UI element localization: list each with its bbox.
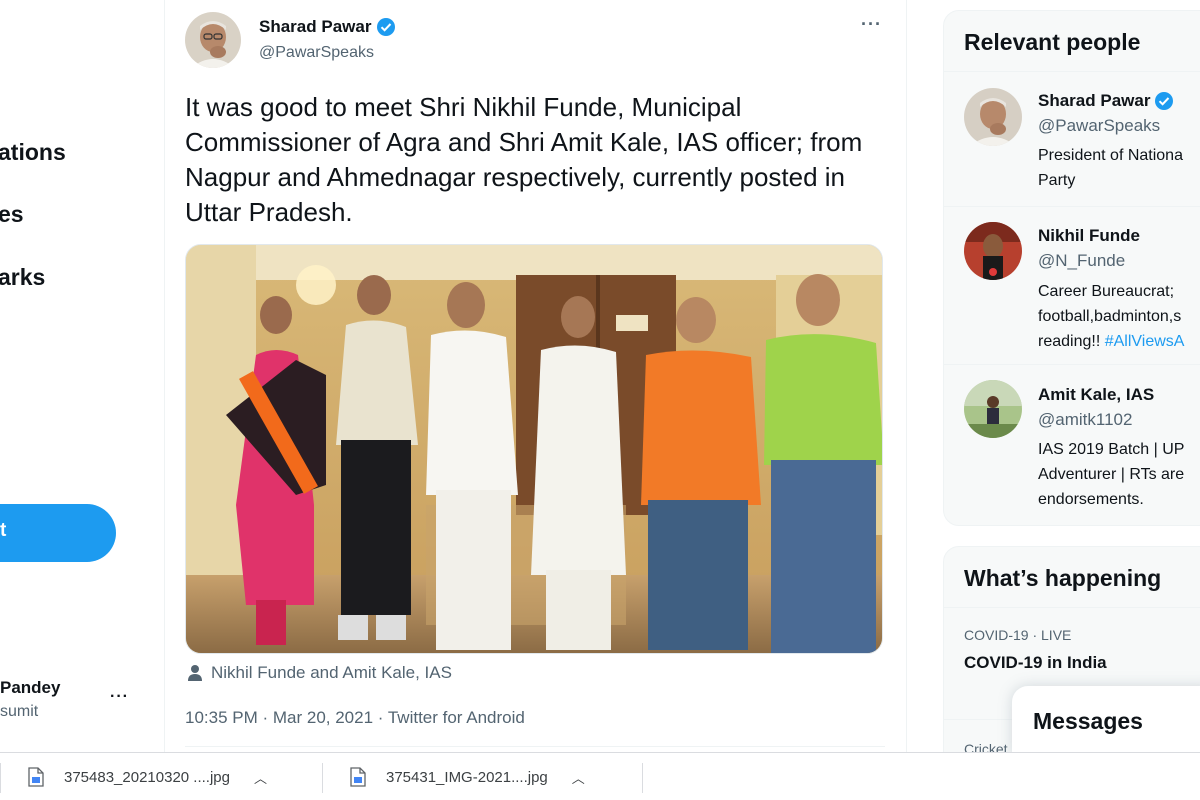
divider xyxy=(0,763,1,793)
person-handle[interactable]: @amitk1102 xyxy=(1038,410,1132,430)
relevant-people-card: Relevant people Sharad Pawar @PawarSpeak… xyxy=(943,10,1200,526)
person-name[interactable]: Nikhil Funde xyxy=(1038,226,1140,246)
person-icon xyxy=(188,665,202,681)
verified-icon xyxy=(377,18,396,36)
verified-icon xyxy=(1155,92,1174,110)
person-handle[interactable]: @N_Funde xyxy=(1038,251,1125,271)
divider xyxy=(322,763,323,793)
author-avatar[interactable] xyxy=(185,12,241,68)
person-bio: President of Nationa Party xyxy=(1038,143,1200,193)
tagged-people[interactable]: Nikhil Funde and Amit Kale, IAS xyxy=(187,663,452,683)
tweet-author-handle[interactable]: @PawarSpeaks xyxy=(259,44,374,62)
download-filename: 375431_IMG-2021....jpg xyxy=(386,768,548,786)
bio-line: Party xyxy=(1038,172,1076,189)
bio-line: endorsements. xyxy=(1038,491,1144,508)
download-filename: 375483_20210320 ....jpg xyxy=(64,768,230,786)
tweet-timestamp[interactable]: 10:35 PM · Mar 20, 2021 · Twitter for An… xyxy=(185,708,525,728)
file-icon xyxy=(28,767,44,787)
tweet-text: It was good to meet Shri Nikhil Funde, M… xyxy=(185,92,863,227)
account-handle[interactable]: sumit xyxy=(0,703,38,721)
person-handle[interactable]: @PawarSpeaks xyxy=(1038,116,1160,136)
messages-title: Messages xyxy=(1033,708,1143,734)
chevron-up-icon[interactable]: ︿ xyxy=(254,768,267,787)
person-name-text: Amit Kale, IAS xyxy=(1038,385,1155,404)
tweet-button-label: t xyxy=(0,520,7,541)
sidebar-item-bookmarks[interactable]: arks xyxy=(0,264,45,291)
download-item[interactable]: 375483_20210320 ....jpg ︿ xyxy=(28,753,267,800)
bio-line: Career Bureaucrat; xyxy=(1038,283,1175,300)
messages-drawer[interactable]: Messages xyxy=(1012,686,1200,756)
trend-title[interactable]: COVID-19 in India xyxy=(964,653,1107,673)
download-bar: 375483_20210320 ....jpg ︿ 375431_IMG-202… xyxy=(0,752,1200,800)
relevant-people-title: Relevant people xyxy=(964,29,1141,55)
whats-happening-title: What’s happening xyxy=(964,565,1162,591)
tweet-detail: Sharad Pawar @PawarSpeaks ··· It was goo… xyxy=(165,0,907,752)
person-avatar[interactable] xyxy=(964,222,1022,280)
left-sidebar: ations es arks t Pandey sumit ··· xyxy=(0,0,165,752)
bio-text: reading!! xyxy=(1038,333,1105,350)
divider xyxy=(944,71,1200,72)
file-icon xyxy=(350,767,366,787)
person-name-text: Nikhil Funde xyxy=(1038,226,1140,245)
person-avatar[interactable] xyxy=(964,380,1022,438)
bio-line: reading!! #AllViewsA xyxy=(1038,329,1200,354)
chevron-up-icon[interactable]: ︿ xyxy=(572,768,585,787)
person-bio: Career Bureaucrat; football,badminton,s … xyxy=(1038,279,1200,354)
person-name[interactable]: Amit Kale, IAS xyxy=(1038,385,1154,405)
download-item[interactable]: 375431_IMG-2021....jpg ︿ xyxy=(350,753,585,800)
bio-line: football,badminton,s xyxy=(1038,308,1182,325)
bio-line: Adventurer | RTs are xyxy=(1038,466,1185,483)
divider xyxy=(642,763,643,793)
sidebar-item-messages[interactable]: es xyxy=(0,201,24,228)
group-photo-image xyxy=(186,245,882,653)
person-avatar[interactable] xyxy=(964,88,1022,146)
person-name-text: Sharad Pawar xyxy=(1038,91,1151,110)
bio-line: President of Nationa xyxy=(1038,147,1183,164)
bio-line: IAS 2019 Batch | UP xyxy=(1038,441,1185,458)
tweet-photo[interactable] xyxy=(185,244,883,654)
divider xyxy=(185,746,885,747)
tweet-more-button[interactable]: ··· xyxy=(861,14,882,35)
sidebar-item-notifications[interactable]: ations xyxy=(0,139,66,166)
tweet-button[interactable]: t xyxy=(0,504,116,562)
account-name[interactable]: Pandey xyxy=(0,678,60,698)
divider xyxy=(944,607,1200,608)
divider xyxy=(944,206,1200,207)
hashtag-link[interactable]: #AllViewsA xyxy=(1105,333,1185,350)
trend-category: COVID-19 · LIVE xyxy=(964,627,1072,643)
person-bio: IAS 2019 Batch | UP Adventurer | RTs are… xyxy=(1038,437,1200,512)
tweet-author-name-text: Sharad Pawar xyxy=(259,17,372,36)
tagged-people-text: Nikhil Funde and Amit Kale, IAS xyxy=(211,663,452,682)
person-name[interactable]: Sharad Pawar xyxy=(1038,91,1174,111)
account-more-button[interactable]: ··· xyxy=(110,688,129,706)
divider xyxy=(944,364,1200,365)
tweet-author-name[interactable]: Sharad Pawar xyxy=(259,17,396,37)
